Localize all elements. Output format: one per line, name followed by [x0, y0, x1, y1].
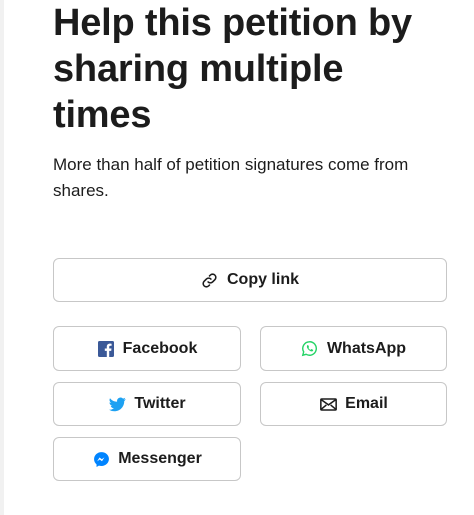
twitter-share-button[interactable]: Twitter	[53, 382, 241, 426]
page-title: Help this petition by sharing multiple t…	[53, 0, 453, 138]
facebook-share-button[interactable]: Facebook	[53, 326, 241, 371]
copy-link-button[interactable]: Copy link	[53, 258, 447, 302]
whatsapp-icon	[301, 340, 319, 358]
title-line-2: sharing multiple	[53, 48, 344, 90]
whatsapp-label: WhatsApp	[326, 339, 407, 357]
messenger-label: Messenger	[118, 450, 202, 467]
facebook-icon	[97, 340, 115, 358]
copy-link-label: Copy link	[226, 271, 299, 288]
whatsapp-share-button[interactable]: WhatsApp	[260, 326, 447, 371]
title-line-3: times	[53, 94, 152, 136]
twitter-icon	[108, 395, 126, 413]
email-label: Email	[345, 395, 388, 412]
email-share-button[interactable]: Email	[260, 382, 447, 426]
twitter-label: Twitter	[134, 395, 186, 412]
left-divider	[0, 0, 4, 515]
facebook-label: Facebook	[122, 339, 198, 357]
link-icon	[201, 271, 219, 289]
messenger-share-button[interactable]: Messenger	[53, 437, 241, 481]
messenger-icon	[92, 450, 110, 468]
title-line-1: Help this petition by	[53, 2, 412, 44]
share-description: More than half of petition signatures co…	[53, 155, 409, 200]
email-icon	[319, 395, 337, 413]
